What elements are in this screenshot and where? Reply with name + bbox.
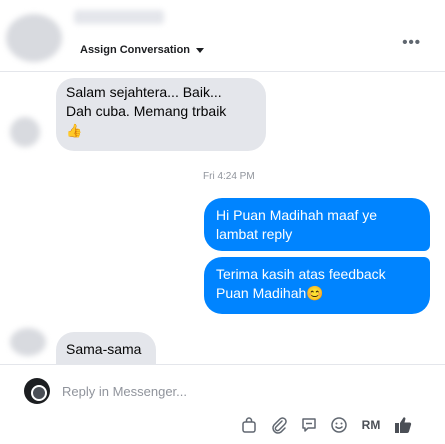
- caret-down-icon: [196, 48, 205, 53]
- message-timestamp: Fri 4:24 PM: [203, 171, 255, 182]
- saved-reply-icon[interactable]: [294, 414, 324, 436]
- thumbs-up-icon[interactable]: [388, 414, 418, 436]
- emoji-icon[interactable]: [324, 414, 354, 436]
- assign-conversation-button[interactable]: Assign Conversation: [80, 44, 205, 56]
- outgoing-message: Hi Puan Madihah maaf ye lambat reply: [204, 198, 430, 251]
- message-line: Sama-sama: [66, 341, 142, 357]
- message-line: Puan Madihah😊: [216, 285, 324, 301]
- conversation-header: Assign Conversation •••: [0, 0, 445, 72]
- reply-composer: RM: [0, 364, 445, 444]
- message-line: Salam sejahtera... Baik...: [66, 84, 222, 100]
- paperclip-icon[interactable]: [264, 414, 294, 436]
- sender-avatar: [10, 117, 40, 147]
- outgoing-message: Terima kasih atas feedback Puan Madihah😊: [204, 257, 430, 314]
- incoming-message: Sama-sama: [56, 332, 156, 366]
- composer-toolbar: RM: [234, 414, 418, 436]
- message-line: Terima kasih atas feedback: [216, 266, 386, 282]
- contact-name-redacted: [74, 10, 164, 24]
- thumbs-up-emoji: 👍: [66, 123, 83, 138]
- message-line: lambat reply: [216, 226, 293, 242]
- reply-input[interactable]: [62, 377, 422, 405]
- page-avatar: [24, 378, 50, 404]
- message-line: Hi Puan Madihah maaf ye: [216, 207, 378, 223]
- message-line: Dah cuba. Memang trbaik: [66, 103, 227, 119]
- rm-payment-button[interactable]: RM: [354, 414, 388, 436]
- sender-avatar: [10, 328, 46, 356]
- bag-icon[interactable]: [234, 414, 264, 436]
- more-options-button[interactable]: •••: [402, 34, 421, 51]
- contact-avatar[interactable]: [6, 14, 62, 62]
- assign-conversation-label: Assign Conversation: [80, 44, 191, 56]
- incoming-message: Salam sejahtera... Baik... Dah cuba. Mem…: [56, 78, 266, 151]
